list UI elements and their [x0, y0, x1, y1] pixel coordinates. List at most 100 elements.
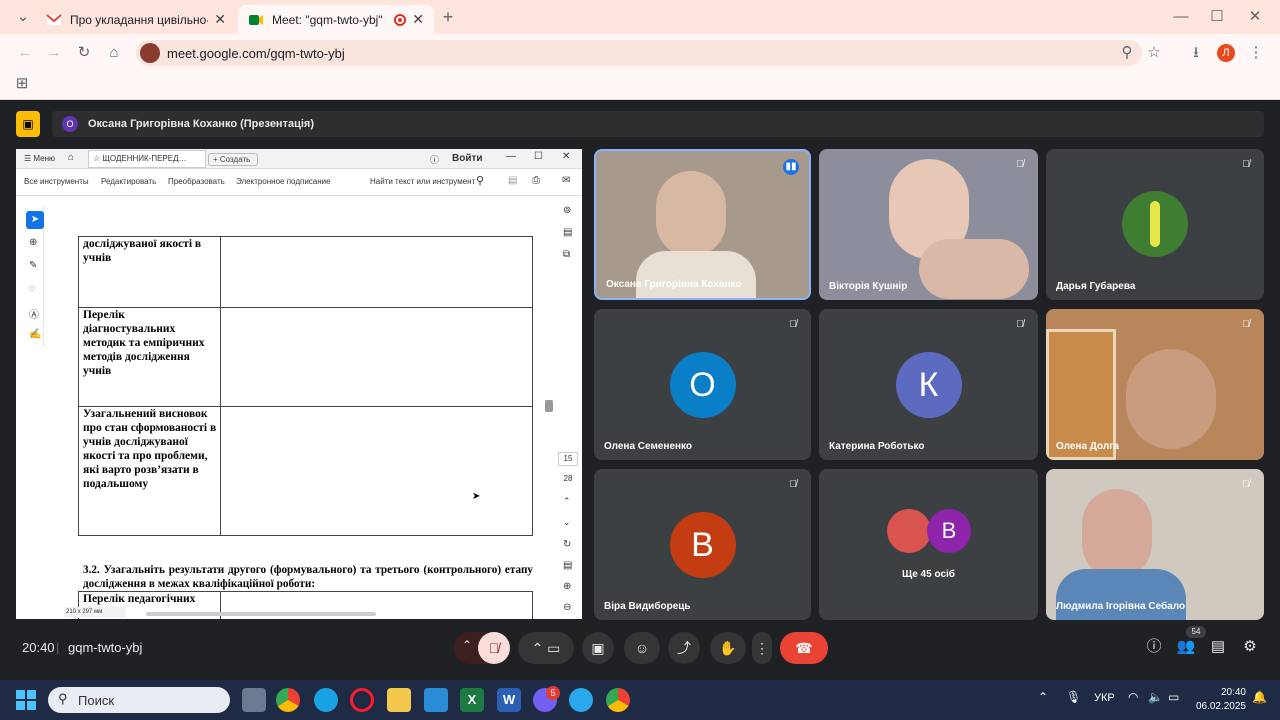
comment-icon[interactable]: ⊚ [563, 205, 571, 216]
task-view-icon[interactable] [242, 688, 266, 712]
select-tool-icon[interactable]: ➤ [26, 211, 44, 229]
raise-hand-button[interactable]: ✋ [710, 632, 746, 664]
url-text[interactable]: meet.google.com/gqm-twto-ybj [167, 46, 345, 61]
notification-bell-icon[interactable]: 🔔 [1252, 690, 1267, 704]
mail-icon[interactable]: ✉ [562, 175, 570, 186]
tool-convert[interactable]: Преобразовать [168, 177, 225, 186]
chrome-icon[interactable] [276, 688, 300, 712]
participant-tile[interactable]: К Катерина Роботько 🎙̸ [819, 309, 1038, 460]
more-participants-tile[interactable]: В Ще 45 осіб [819, 469, 1038, 620]
more-options-button[interactable]: ⋮ [752, 632, 772, 664]
forward-icon[interactable]: → [43, 42, 65, 64]
chat-icon[interactable]: ▤ [1207, 636, 1229, 658]
participant-tile[interactable]: Вікторія Кушнір 🎙̸ [819, 149, 1038, 300]
new-tab-button[interactable]: + [437, 6, 459, 28]
wifi-icon[interactable]: ◠ [1128, 690, 1138, 704]
tool-edit[interactable]: Редактировать [101, 177, 156, 186]
zoom-out-icon[interactable]: ⊖ [563, 602, 571, 613]
maximize-icon[interactable]: ☐ [1206, 6, 1228, 28]
search-icon[interactable]: ⚲ [476, 174, 484, 187]
sign-tool-icon[interactable]: ✍ [29, 329, 41, 340]
leave-call-button[interactable]: ☎ [780, 632, 828, 664]
participant-tile[interactable]: Дарья Губарева 🎙̸ [1046, 149, 1264, 300]
copy-icon[interactable]: ⧉ [563, 249, 570, 260]
reload-icon[interactable]: ↻ [73, 42, 95, 64]
word-icon[interactable]: W [497, 688, 521, 712]
language-indicator[interactable]: УКР [1094, 692, 1115, 704]
mic-off-button[interactable]: 🎙̸ [478, 632, 510, 664]
pdf-minimize-icon[interactable]: — [506, 151, 516, 162]
profile-avatar[interactable]: Л [1217, 44, 1235, 62]
apps-grid-icon[interactable]: ⊞ [11, 73, 33, 95]
present-button[interactable]: ⤴ [668, 632, 700, 664]
page-down-icon[interactable]: ⌄ [563, 517, 571, 528]
pdf-login[interactable]: Войти [452, 153, 483, 164]
pdf-menu[interactable]: ☰ Меню [24, 154, 55, 163]
menu-dots-icon[interactable]: ⋮ [1245, 42, 1267, 64]
taskbar-search[interactable] [48, 687, 230, 713]
zoom-in-icon[interactable]: ⊕ [563, 581, 571, 592]
pdf-search[interactable]: Найти текст или инструмент [370, 177, 475, 186]
participant-tile[interactable]: В Віра Видиборець 🎙̸ [594, 469, 811, 620]
lasso-icon[interactable]: ◌ [29, 283, 35, 294]
scroll-thumb[interactable] [545, 400, 553, 412]
pen-icon[interactable]: ✎ [29, 260, 37, 271]
site-info-icon[interactable] [140, 43, 160, 63]
participant-tile[interactable]: О Олена Семененко 🎙̸ [594, 309, 811, 460]
chrome-profile-icon[interactable] [606, 688, 630, 712]
battery-icon[interactable]: ▭ [1168, 690, 1179, 704]
text-tool-icon[interactable]: Ⓐ [29, 306, 39, 321]
horizontal-scrollbar[interactable] [146, 612, 376, 616]
captions-button[interactable]: ▣ [582, 632, 614, 664]
pdf-maximize-icon[interactable]: ☐ [534, 151, 543, 162]
close-window-icon[interactable]: ✕ [1244, 6, 1266, 28]
tab-search-icon[interactable]: ⌄ [12, 6, 34, 28]
windows-start-icon[interactable] [16, 690, 36, 710]
pdf-create-button[interactable]: + Создать [208, 153, 258, 166]
mic-options-icon[interactable]: ⌃ [462, 638, 472, 652]
fit-page-icon[interactable]: ▤ [563, 560, 572, 571]
close-tab-icon[interactable]: ✕ [412, 11, 424, 28]
bookmark-star-icon[interactable]: ☆ [1143, 42, 1165, 64]
people-icon[interactable]: 👥 [1175, 636, 1197, 658]
participant-tile[interactable]: Олена Долга 🎙̸ [1046, 309, 1264, 460]
page-current[interactable]: 15 [558, 452, 578, 466]
clock-date[interactable]: 06.02.2025 [1190, 701, 1246, 712]
home-icon[interactable]: ⌂ [103, 42, 125, 64]
help-icon[interactable]: ⓘ [430, 153, 439, 166]
back-icon[interactable]: ← [14, 42, 36, 64]
opera-icon[interactable] [350, 688, 374, 712]
tool-esign[interactable]: Электронное подписание [236, 177, 331, 186]
emoji-button[interactable]: ☺ [624, 632, 660, 664]
excel-icon[interactable]: X [460, 688, 484, 712]
telegram-icon[interactable] [569, 688, 593, 712]
zoom-tool-icon[interactable]: ⊕ [29, 237, 37, 248]
camera-button[interactable]: ⌃ ▭ [518, 632, 574, 664]
page-up-icon[interactable]: ⌃ [563, 496, 571, 507]
tray-overflow-icon[interactable]: ⌃ [1038, 690, 1048, 704]
pdf-home-icon[interactable]: ⌂ [68, 152, 74, 163]
file-explorer-icon[interactable] [387, 688, 411, 712]
minimize-icon[interactable]: — [1170, 6, 1192, 28]
store-icon[interactable] [424, 688, 448, 712]
stop-presenting-icon[interactable]: ▣ [16, 111, 40, 137]
download-icon[interactable]: ⭳ [1185, 42, 1207, 64]
tab-meet[interactable]: Meet: "gqm-twto-ybj" ✕ [238, 5, 434, 34]
export-icon[interactable]: ▤ [563, 227, 572, 238]
participant-tile[interactable]: Оксана Григорівна Коханко ▮▮ [594, 149, 811, 300]
volume-icon[interactable]: 🔈 [1148, 690, 1163, 704]
save-icon[interactable]: ▤ [508, 175, 517, 186]
activities-icon[interactable]: ⚙ [1239, 636, 1261, 658]
edge-icon[interactable] [314, 688, 338, 712]
pdf-doc-tab[interactable]: ☆ ЩОДЕННИК-ПЕРЕД… [88, 150, 206, 168]
pdf-close-icon[interactable]: ✕ [562, 151, 570, 162]
rotate-icon[interactable]: ↻ [563, 539, 571, 550]
close-tab-icon[interactable]: ✕ [214, 11, 226, 28]
tool-all[interactable]: Все инструменты [24, 177, 89, 186]
info-icon[interactable]: ⓘ [1143, 636, 1165, 658]
zoom-icon[interactable]: ⚲ [1116, 42, 1138, 64]
tab-gmail[interactable]: Про укладання цивільно-прав ✕ [36, 5, 236, 34]
print-icon[interactable]: ⎙ [532, 175, 540, 186]
search-placeholder[interactable]: Поиск [78, 693, 114, 708]
participant-tile[interactable]: Людмила Ігорівна Себало 🎙̸ [1046, 469, 1264, 620]
